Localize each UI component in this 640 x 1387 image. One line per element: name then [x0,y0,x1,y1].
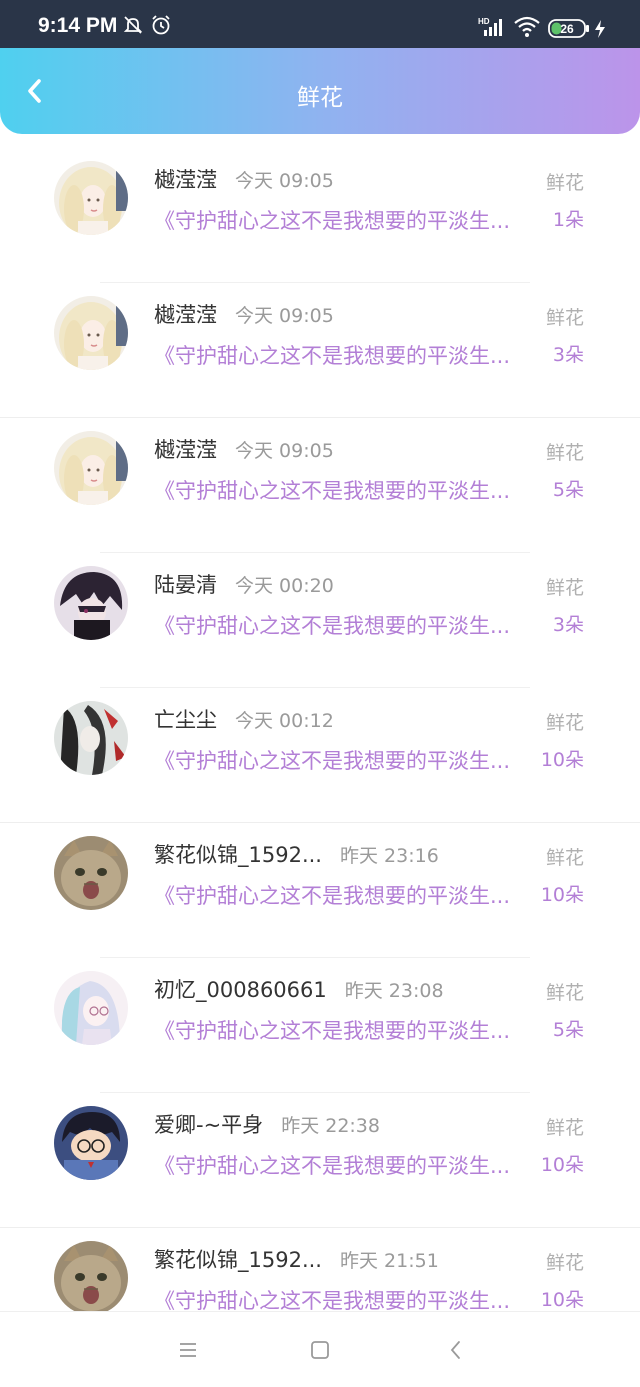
gift-type: 鲜花 [545,712,584,734]
notification-muted-icon [122,14,144,40]
timestamp: 昨天 21:51 [339,1250,439,1272]
user-line: 繁花似锦_1592... 昨天 23:16 [154,839,439,867]
menu-icon[interactable] [176,1338,200,1362]
gift-type: 鲜花 [545,442,584,464]
gift-type: 鲜花 [545,982,584,1004]
gift-type: 鲜花 [545,1252,584,1274]
timestamp: 昨天 23:08 [344,980,444,1002]
gift-type: 鲜花 [545,172,584,194]
status-time: 9:14 PM [38,14,118,37]
user-line: 樾滢滢 今天 09:05 [154,434,334,462]
system-nav-bar [0,1311,640,1387]
user-line: 爱卿-~平身 昨天 22:38 [154,1109,380,1137]
timestamp: 今天 00:20 [235,575,334,597]
alarm-icon [150,14,172,40]
list-item[interactable]: 初忆_000860661 昨天 23:08 《守护甜心之这不是我想要的平淡生..… [0,958,640,1093]
timestamp: 今天 09:05 [235,440,334,462]
gift-count: 10朵 [540,1289,584,1311]
work-title[interactable]: 《守护甜心之这不是我想要的平淡生... [154,340,534,370]
user-line: 繁花似锦_1592... 昨天 21:51 [154,1244,439,1272]
user-line: 亡尘尘 今天 00:12 [154,704,334,732]
list-item[interactable]: 爱卿-~平身 昨天 22:38 《守护甜心之这不是我想要的平淡生... 鲜花 1… [0,1093,640,1228]
username[interactable]: 初忆_000860661 [154,974,327,1004]
home-icon[interactable] [308,1338,332,1362]
list-item[interactable]: 陆晏清 今天 00:20 《守护甜心之这不是我想要的平淡生... 鲜花 3朵 [0,553,640,688]
gift-count: 3朵 [552,344,584,366]
charging-icon [593,19,607,43]
avatar[interactable] [54,161,128,235]
gift-type: 鲜花 [545,1117,584,1139]
gift-count: 5朵 [552,479,584,501]
timestamp: 昨天 22:38 [281,1115,380,1137]
list-item[interactable]: 樾滢滢 今天 09:05 《守护甜心之这不是我想要的平淡生... 鲜花 1朵 [0,148,640,283]
user-line: 初忆_000860661 昨天 23:08 [154,974,444,1002]
gift-count: 1朵 [552,209,584,231]
timestamp: 今天 00:12 [235,710,334,732]
avatar[interactable] [54,971,128,1045]
work-title[interactable]: 《守护甜心之这不是我想要的平淡生... [154,1285,534,1312]
gift-record-list[interactable]: 樾滢滢 今天 09:05 《守护甜心之这不是我想要的平淡生... 鲜花 1朵 樾… [0,148,640,1312]
gift-type: 鲜花 [545,847,584,869]
app-header: 鲜花 [0,48,640,134]
gift-count: 10朵 [540,884,584,906]
list-item[interactable]: 亡尘尘 今天 00:12 《守护甜心之这不是我想要的平淡生... 鲜花 10朵 [0,688,640,823]
username[interactable]: 陆晏清 [154,569,217,599]
work-title[interactable]: 《守护甜心之这不是我想要的平淡生... [154,745,534,775]
gift-count: 10朵 [540,1154,584,1176]
avatar[interactable] [54,566,128,640]
avatar[interactable] [54,431,128,505]
gift-type: 鲜花 [545,307,584,329]
username[interactable]: 樾滢滢 [154,164,217,194]
avatar[interactable] [54,701,128,775]
timestamp: 今天 09:05 [235,170,334,192]
timestamp: 昨天 23:16 [339,845,439,867]
gift-count: 3朵 [552,614,584,636]
timestamp: 今天 09:05 [235,305,334,327]
avatar[interactable] [54,296,128,370]
work-title[interactable]: 《守护甜心之这不是我想要的平淡生... [154,1150,534,1180]
back-icon[interactable] [444,1338,468,1362]
work-title[interactable]: 《守护甜心之这不是我想要的平淡生... [154,610,534,640]
username[interactable]: 樾滢滢 [154,434,217,464]
user-line: 陆晏清 今天 00:20 [154,569,334,597]
username[interactable]: 爱卿-~平身 [154,1109,263,1139]
username[interactable]: 亡尘尘 [154,704,217,734]
signal-icon: HD [478,16,508,42]
avatar[interactable] [54,836,128,910]
list-item[interactable]: 樾滢滢 今天 09:05 《守护甜心之这不是我想要的平淡生... 鲜花 3朵 [0,283,640,418]
username[interactable]: 樾滢滢 [154,299,217,329]
username[interactable]: 繁花似锦_1592... [154,1244,322,1274]
network-label: HD [478,17,490,26]
gift-count: 10朵 [540,749,584,771]
work-title[interactable]: 《守护甜心之这不是我想要的平淡生... [154,475,534,505]
avatar[interactable] [54,1106,128,1180]
list-item[interactable]: 繁花似锦_1592... 昨天 23:16 《守护甜心之这不是我想要的平淡生..… [0,823,640,958]
username[interactable]: 繁花似锦_1592... [154,839,322,869]
avatar[interactable] [54,1241,128,1312]
battery-level: 26 [560,22,574,36]
gift-count: 5朵 [552,1019,584,1041]
battery-icon: 26 [548,19,590,43]
status-bar: 9:14 PM HD 26 [0,0,640,48]
user-line: 樾滢滢 今天 09:05 [154,164,334,192]
list-item[interactable]: 樾滢滢 今天 09:05 《守护甜心之这不是我想要的平淡生... 鲜花 5朵 [0,418,640,553]
list-item[interactable]: 繁花似锦_1592... 昨天 21:51 《守护甜心之这不是我想要的平淡生..… [0,1228,640,1312]
wifi-icon [514,16,540,42]
work-title[interactable]: 《守护甜心之这不是我想要的平淡生... [154,880,534,910]
work-title[interactable]: 《守护甜心之这不是我想要的平淡生... [154,1015,534,1045]
page-title: 鲜花 [297,85,343,111]
user-line: 樾滢滢 今天 09:05 [154,299,334,327]
gift-type: 鲜花 [545,577,584,599]
work-title[interactable]: 《守护甜心之这不是我想要的平淡生... [154,205,534,235]
